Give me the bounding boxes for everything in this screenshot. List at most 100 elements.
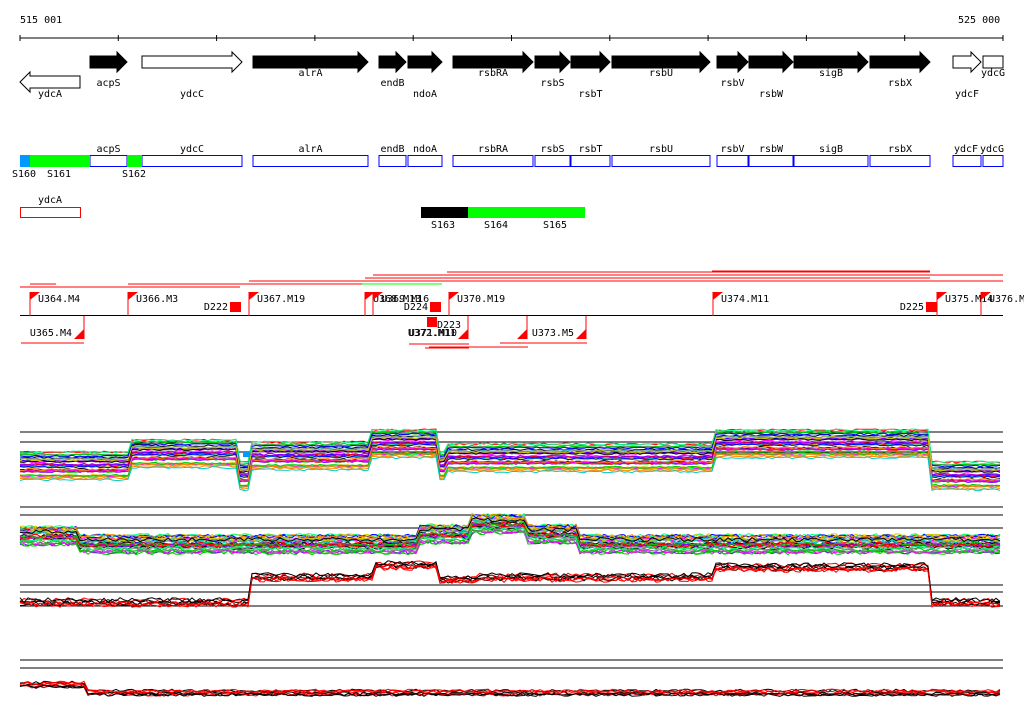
gene-arrow-ydcG — [982, 55, 1004, 69]
gene-arrow-rsbV — [716, 50, 749, 74]
gene-box-label: ydcC — [180, 144, 204, 155]
segment-S163 — [421, 207, 468, 218]
gene-box-rsbV — [716, 155, 749, 167]
gene-label: alrA — [298, 68, 322, 79]
gene-box-endB — [378, 155, 407, 167]
gene-box-ndoA — [407, 155, 443, 167]
feature-label: U365.M4 — [30, 328, 72, 339]
segment-label: S165 — [543, 220, 567, 231]
genome-browser: 515 001 525 000 ydcA acpS ydcC alrA endB ndoA… — [12, 15, 1024, 697]
gene-label: acpS — [96, 78, 120, 89]
gene-label: rsbT — [578, 89, 602, 100]
gene-label: ydcC — [180, 89, 204, 100]
gene-box-rsbRA — [452, 155, 534, 167]
expression-profiles — [19, 428, 1003, 697]
gene-label: rsbV — [720, 78, 744, 89]
gene-box-ydcC — [141, 155, 243, 167]
gene-box-label: acpS — [96, 144, 120, 155]
feature-label: U374.M11 — [721, 294, 769, 305]
gene-box-label: alrA — [298, 144, 322, 155]
gene-box-label: ndoA — [413, 144, 437, 155]
gene-box-rsbU — [611, 155, 711, 167]
gene-box-label: rsbT — [578, 144, 602, 155]
gene-box-rsbT — [570, 155, 611, 167]
deletion-marker — [430, 302, 441, 312]
gene-box-ydcG — [982, 155, 1004, 167]
gene-box-label: endB — [380, 144, 404, 155]
gene-arrow-rsbT — [570, 50, 611, 74]
gene-label: rsbRA — [478, 68, 508, 79]
gene-box-label: ydcF — [954, 144, 978, 155]
gene-arrow-rsbX — [869, 50, 931, 74]
gene-label: ndoA — [413, 89, 437, 100]
gene-arrow-ydcC — [141, 50, 243, 74]
gene-box-sigB — [793, 155, 869, 167]
segment-S161 — [30, 155, 90, 167]
gene-box-label: rsbV — [720, 144, 744, 155]
profile-line — [19, 564, 1001, 608]
ruler — [19, 35, 1004, 41]
feature-label: U366.M3 — [136, 294, 178, 305]
feature-label: U373.M5 — [532, 328, 574, 339]
profile-line — [19, 564, 1001, 608]
gene-arrow-rsbW — [748, 50, 794, 74]
gene-arrow-endB — [378, 50, 407, 74]
coord-end: 525 000 — [958, 15, 1000, 26]
segment-label: S162 — [122, 169, 146, 180]
gene-label: rsbS — [540, 78, 564, 89]
gene-arrow-ydcF — [952, 50, 982, 74]
segment-S162 — [128, 155, 142, 167]
feature-label: U367.M19 — [257, 294, 305, 305]
gene-label: rsbW — [759, 89, 784, 100]
gene-box-rsbW — [748, 155, 794, 167]
feature-track: U364.M4 U366.M3 U367.M19 U368.M13U369.M16 U3… — [20, 270, 1024, 349]
gene-label: ydcF — [955, 89, 979, 100]
gene-arrow-acpS — [89, 50, 128, 74]
gene-label: ydcA — [38, 89, 62, 100]
gene-box-label: rsbX — [888, 144, 912, 155]
gene-box-label: rsbRA — [478, 144, 508, 155]
deletion-marker — [427, 317, 437, 327]
gene-label: rsbX — [888, 78, 912, 89]
gene-box-rsbX — [869, 155, 931, 167]
gene-arrow-ndoA — [407, 50, 443, 74]
feature-label: D223 — [437, 320, 461, 331]
segment-label: S164 — [484, 220, 508, 231]
gene-track: ydcA acpS ydcC alrA endB ndoA rsbRA rsbS rsbT rsb… — [19, 50, 1005, 100]
feature-label: U370.M19 — [457, 294, 505, 305]
antisense-box — [20, 207, 81, 218]
gene-box-label: rsbS — [540, 144, 564, 155]
segment-label: S160 — [12, 169, 36, 180]
antisense-label: ydcA — [38, 195, 62, 206]
segment-S160 — [20, 155, 30, 167]
segment-label: S161 — [47, 169, 71, 180]
segment-track: ydcA S163 S164 S165 — [20, 195, 585, 231]
gene-label: ydcG — [981, 68, 1005, 79]
feature-label: U376.M — [989, 294, 1024, 305]
gene-box-label: rsbU — [649, 144, 673, 155]
gene-box-ydcF — [952, 155, 982, 167]
gene-label: sigB — [819, 68, 843, 79]
gene-box-alrA — [252, 155, 369, 167]
feature-label: D222 — [204, 302, 228, 313]
gene-box-rsbS — [534, 155, 571, 167]
flag-icon — [576, 329, 586, 339]
feature-label: D224 — [404, 302, 428, 313]
feature-label: U364.M4 — [38, 294, 80, 305]
gene-box-label: ydcG — [980, 144, 1004, 155]
coord-start: 515 001 — [20, 15, 62, 26]
gene-box-label: sigB — [819, 144, 843, 155]
feature-label: D225 — [900, 302, 924, 313]
gene-arrow-rsbS — [534, 50, 571, 74]
segment-S164 — [468, 207, 585, 218]
gene-box-acpS — [89, 155, 128, 167]
segment-label: S163 — [431, 220, 455, 231]
gene-box-track: acpS ydcC alrA endB ndoA rsbRA rsbS rsbT rsbU rsb… — [12, 144, 1004, 180]
deletion-marker — [230, 302, 241, 312]
gene-label: endB — [380, 78, 404, 89]
gene-box-label: rsbW — [759, 144, 784, 155]
flag-icon — [517, 329, 527, 339]
gene-label: rsbU — [649, 68, 673, 79]
deletion-marker — [926, 302, 937, 312]
flag-icon — [74, 329, 84, 339]
